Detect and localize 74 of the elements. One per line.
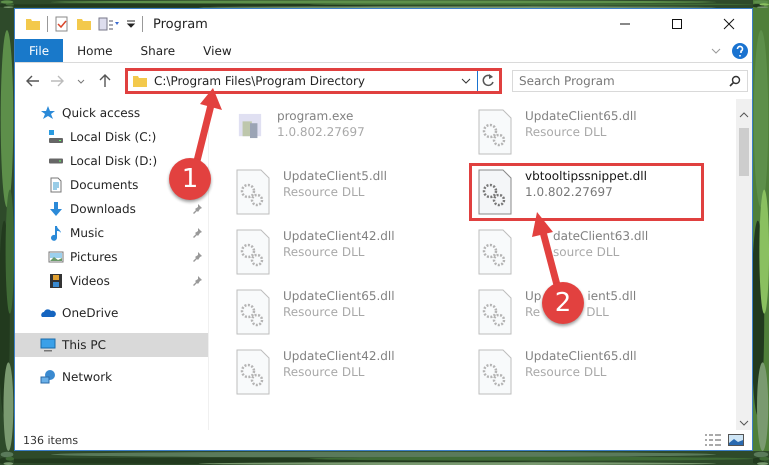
scroll-up-icon[interactable] (739, 112, 749, 118)
scrollbar[interactable] (736, 99, 752, 430)
sidebar-item[interactable]: OneDrive (62, 306, 118, 320)
sidebar-item[interactable]: This PC (15, 333, 208, 357)
sidebar-item[interactable]: Documents (70, 178, 138, 192)
file-item[interactable]: vbtooltipssnippet.dll 1.0.802.27697 (469, 163, 704, 221)
file-detail: 1.0.802.27697 (277, 125, 365, 139)
music-icon (48, 225, 64, 241)
file-detail: source DLL (553, 245, 620, 259)
sidebar-item[interactable]: Videos (70, 274, 110, 288)
picture-icon (48, 249, 64, 265)
large-icons-view-icon[interactable] (728, 434, 744, 446)
network-icon (40, 369, 56, 385)
sidebar-item[interactable]: Pictures (70, 250, 118, 264)
window-title: Program (153, 16, 209, 32)
gear-file-icon (235, 229, 271, 275)
download-icon (48, 201, 64, 217)
file-name[interactable]: vbtooltipssnippet.dll (525, 169, 647, 183)
file-name[interactable]: UpdateClient5.dll (283, 169, 387, 183)
gear-file-icon (477, 349, 513, 395)
film-icon (48, 273, 64, 289)
sidebar-item[interactable]: Quick access (62, 106, 140, 120)
drive-icon (48, 129, 64, 145)
scroll-thumb[interactable] (739, 128, 749, 176)
sidebar-item[interactable]: Music (70, 226, 104, 240)
drive-icon (48, 158, 64, 164)
gear-file-icon (477, 289, 513, 335)
file-detail: Resource DLL (283, 305, 364, 319)
file-detail: Resource DLL (283, 245, 364, 259)
gear-file-icon (477, 229, 513, 275)
sidebar-item[interactable]: Network (62, 370, 112, 384)
close-icon (723, 18, 735, 30)
minimize-icon (619, 23, 631, 25)
gear-file-icon (235, 349, 271, 395)
gear-file-icon (235, 289, 271, 335)
sidebar-item[interactable]: Local Disk (C:) (70, 130, 156, 144)
file-name[interactable]: UpdateClient42.dll (283, 229, 395, 243)
file-name[interactable]: UpdateClient65.dll (283, 289, 395, 303)
gear-file-icon (477, 109, 513, 155)
star-icon (40, 105, 56, 121)
sidebar-item[interactable]: Downloads (70, 202, 136, 216)
file-name[interactable]: program.exe (277, 109, 354, 123)
sidebar-item[interactable]: Local Disk (D:) (70, 154, 158, 168)
folder-icon (25, 16, 41, 32)
item-count: 136 items (23, 434, 80, 446)
details-view-icon[interactable] (704, 433, 722, 447)
folder-icon (132, 73, 148, 89)
folder-icon (76, 16, 92, 32)
file-detail: Re (525, 305, 540, 319)
file-detail: DLL (586, 305, 609, 319)
checklist-icon (54, 16, 70, 32)
maximize-icon (671, 18, 683, 30)
file-detail: Resource DLL (525, 125, 606, 139)
gear-file-icon (477, 169, 513, 215)
address-bar[interactable]: C:\Program Files\Program Directory (125, 68, 502, 94)
search-icon (729, 75, 741, 87)
search-field[interactable]: Search Program (512, 70, 748, 92)
file-detail: Resource DLL (283, 185, 364, 199)
file-name[interactable]: UpdateClient42.dll (283, 349, 395, 363)
ribbon-tab[interactable]: File (15, 39, 64, 62)
chevron-down-icon[interactable] (461, 78, 471, 84)
file-name[interactable]: dateClient63.dll (553, 229, 648, 243)
gear-file-icon (235, 169, 271, 215)
file-name[interactable]: Up (525, 289, 542, 303)
file-detail: Resource DLL (525, 365, 606, 379)
properties-icon (98, 16, 120, 32)
file-detail: Resource DLL (283, 365, 364, 379)
document-icon (48, 177, 64, 193)
file-name[interactable]: ient5.dll (587, 289, 636, 303)
scroll-down-icon[interactable] (739, 420, 749, 426)
file-name[interactable]: UpdateClient65.dll (525, 349, 637, 363)
monitor-icon (40, 337, 56, 353)
file-name[interactable]: UpdateClient65.dll (525, 109, 637, 123)
file-detail: 1.0.802.27697 (525, 185, 613, 199)
